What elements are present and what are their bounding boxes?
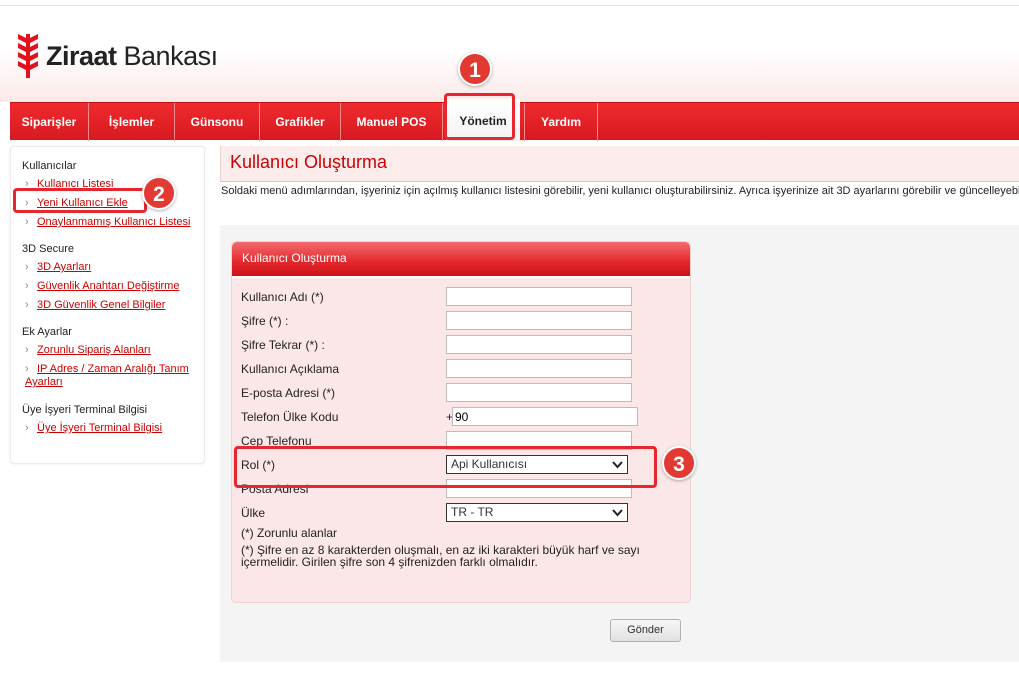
email-label: E-posta Adresi (*)	[241, 386, 336, 400]
sidebar-section-kullanicilar: Kullanıcılar	[22, 160, 77, 172]
username-input[interactable]	[446, 287, 632, 306]
nav-grafikler[interactable]: Grafikler	[260, 103, 341, 141]
password-label: Şifre (*) :	[241, 314, 289, 328]
chevron-right-icon: ›	[25, 261, 29, 273]
annotation-number-1: 1	[458, 52, 492, 86]
sidebar-item-ip-adres[interactable]: › IP Adres / Zaman Aralığı Tanım Ayarları	[25, 363, 200, 389]
submit-button[interactable]: Gönder	[610, 619, 681, 642]
country-select[interactable]: TR - TR	[446, 503, 628, 522]
ziraat-wheat-logo-icon	[18, 34, 38, 78]
annotation-number-3: 3	[662, 446, 696, 480]
nav-siparisler[interactable]: Siparişler	[10, 103, 89, 141]
password-input[interactable]	[446, 311, 632, 330]
nav-manuel-pos[interactable]: Manuel POS	[341, 103, 443, 141]
nav-yardim[interactable]: Yardım	[524, 103, 598, 141]
password-repeat-label: Şifre Tekrar (*) :	[241, 338, 325, 352]
chevron-down-icon	[612, 509, 623, 517]
annotation-box-3	[234, 446, 657, 488]
required-note: (*) Zorunlu alanlar	[241, 526, 338, 540]
sidebar-section-3d-secure: 3D Secure	[22, 243, 74, 255]
sidebar-item-3d-guvenlik-genel[interactable]: › 3D Güvenlik Genel Bilgiler	[25, 299, 200, 312]
chevron-right-icon: ›	[25, 344, 29, 356]
phone-country-label: Telefon Ülke Kodu	[241, 410, 339, 424]
chevron-right-icon: ›	[25, 280, 29, 292]
phone-country-input[interactable]	[452, 407, 638, 426]
page-title-bar: Kullanıcı Oluşturma	[220, 146, 1019, 182]
password-rule-note-2: içermelidir. Girilen şifre son 4 şifreni…	[241, 555, 538, 569]
chevron-right-icon: ›	[25, 363, 29, 375]
chevron-right-icon: ›	[25, 216, 29, 228]
form-header-title: Kullanıcı Oluşturma	[242, 251, 347, 265]
nav-islemler[interactable]: İşlemler	[89, 103, 175, 141]
sidebar-item-terminal-bilgisi[interactable]: › Üye İşyeri Terminal Bilgisi	[25, 422, 200, 435]
page-description: Soldaki menü adımlarından, işyeriniz içi…	[221, 185, 1019, 197]
username-label: Kullanıcı Adı (*)	[241, 290, 324, 304]
annotation-box-2	[13, 188, 147, 213]
chevron-right-icon: ›	[25, 422, 29, 434]
page-title: Kullanıcı Oluşturma	[230, 152, 388, 172]
bank-logo[interactable]: Ziraat Bankası	[16, 34, 218, 78]
sidebar-item-guvenlik-anahtari[interactable]: › Güvenlik Anahtarı Değiştirme	[25, 280, 200, 293]
header: Ziraat Bankası	[0, 6, 1019, 102]
sidebar-section-terminal: Üye İşyeri Terminal Bilgisi	[22, 404, 148, 416]
country-label: Ülke	[241, 506, 266, 520]
description-label: Kullanıcı Açıklama	[241, 362, 340, 376]
sidebar-item-zorunlu-siparis[interactable]: › Zorunlu Sipariş Alanları	[25, 344, 200, 357]
sidebar-section-ek-ayarlar: Ek Ayarlar	[22, 326, 72, 338]
description-input[interactable]	[446, 359, 632, 378]
sidebar-item-3d-ayarlari[interactable]: › 3D Ayarları	[25, 261, 200, 274]
bank-name: Ziraat Bankası	[46, 40, 218, 71]
form-header-divider	[232, 276, 690, 278]
sidebar-item-onaylanmamis-kullanici-listesi[interactable]: › Onaylanmamış Kullanıcı Listesi	[25, 216, 200, 229]
nav-gunsonu[interactable]: Günsonu	[175, 103, 260, 141]
chevron-right-icon: ›	[25, 299, 29, 311]
country-select-value: TR - TR	[451, 505, 494, 519]
password-repeat-input[interactable]	[446, 335, 632, 354]
form-header: Kullanıcı Oluşturma	[232, 242, 690, 276]
annotation-box-1	[444, 93, 515, 140]
email-input[interactable]	[446, 383, 632, 402]
annotation-number-2: 2	[142, 176, 176, 210]
